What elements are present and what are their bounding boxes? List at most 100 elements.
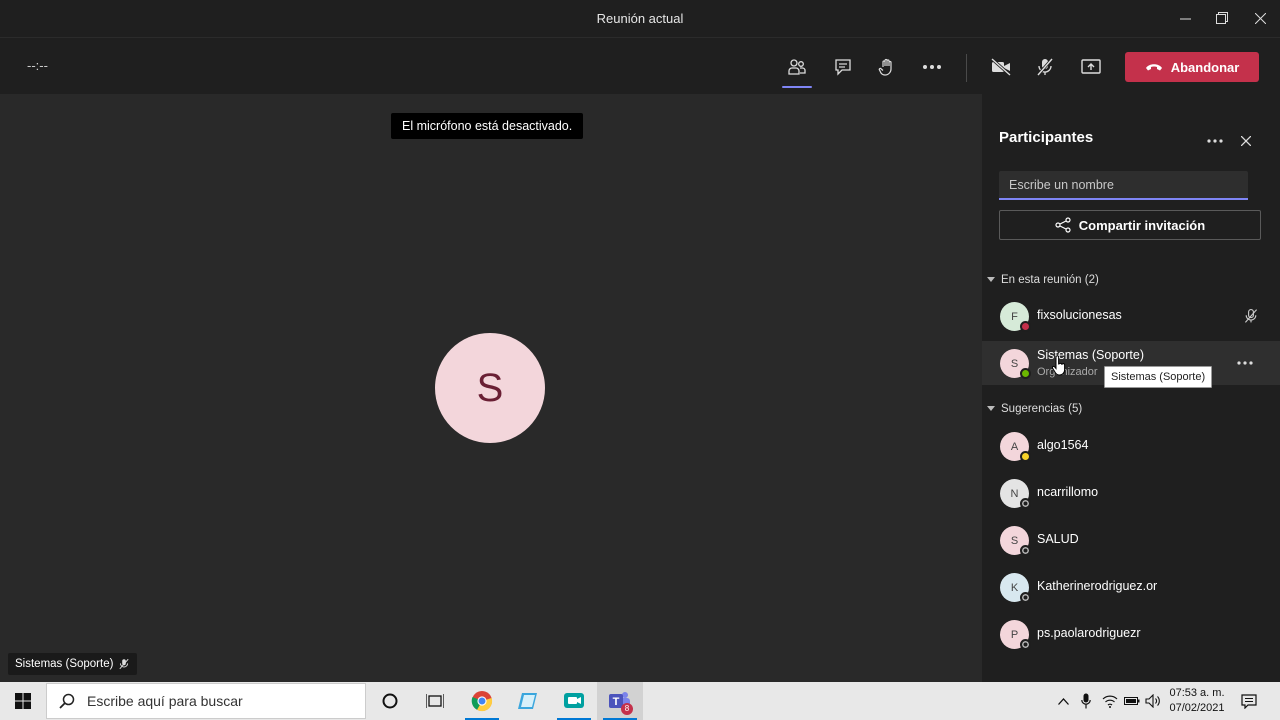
leave-button[interactable]: Abandonar <box>1125 52 1259 82</box>
chevron-down-icon <box>987 277 995 282</box>
suggestions-section-header[interactable]: Sugerencias (5) <box>987 403 1082 415</box>
battery-icon <box>1124 697 1140 705</box>
restore-button[interactable] <box>1207 6 1237 30</box>
clock-date: 07/02/2021 <box>1169 702 1225 714</box>
video-app-taskbar-button[interactable] <box>551 682 597 720</box>
available-status-icon <box>1020 368 1031 379</box>
suggestion-row[interactable]: A algo1564 <box>982 424 1280 468</box>
taskbar-search-placeholder: Escribe aquí para buscar <box>87 693 243 709</box>
share-screen-icon <box>1081 59 1101 74</box>
window-title: Reunión actual <box>596 11 684 26</box>
share-icon <box>1055 217 1071 233</box>
participant-name: SALUD <box>1037 532 1079 546</box>
speaker-icon <box>1145 694 1160 708</box>
microphone-off-icon <box>1036 58 1054 76</box>
name-tooltip: Sistemas (Soporte) <box>1104 366 1213 388</box>
toolbar-divider <box>966 54 967 82</box>
in-meeting-label: En esta reunión (2) <box>1001 274 1099 286</box>
task-view-button[interactable] <box>412 682 458 720</box>
participant-name: Katherinerodriguez.or <box>1037 579 1158 593</box>
in-meeting-section-header[interactable]: En esta reunión (2) <box>987 274 1099 286</box>
network-button[interactable] <box>1100 682 1120 720</box>
participants-button[interactable] <box>782 52 812 88</box>
notes-taskbar-button[interactable] <box>505 682 551 720</box>
suggestion-row[interactable]: K Katherinerodriguez.or <box>982 565 1280 609</box>
chevron-down-icon <box>987 406 995 411</box>
more-actions-button[interactable] <box>917 52 947 82</box>
teams-notification-badge: 8 <box>621 703 633 715</box>
mouse-cursor-icon <box>1052 356 1066 376</box>
notifications-icon <box>1241 693 1257 709</box>
chrome-icon <box>471 691 493 712</box>
raise-hand-button[interactable] <box>872 52 902 82</box>
offline-status-icon <box>1020 592 1031 603</box>
microphone-off-icon <box>119 658 129 670</box>
tray-microphone-button[interactable] <box>1077 682 1095 720</box>
svg-text:T: T <box>613 696 620 708</box>
share-invite-label: Compartir invitación <box>1078 217 1206 233</box>
hang-up-icon <box>1145 64 1162 71</box>
participant-row[interactable]: F fixsolucionesas <box>982 294 1280 338</box>
close-icon <box>1241 136 1251 146</box>
hand-icon <box>878 58 892 76</box>
windows-logo-icon <box>15 693 31 709</box>
chevron-up-icon <box>1057 697 1069 705</box>
mic-muted-toast: El micrófono está desactivado. <box>391 113 584 139</box>
participant-name: algo1564 <box>1037 438 1089 452</box>
video-app-icon <box>564 693 584 708</box>
start-button[interactable] <box>0 682 46 720</box>
busy-status-icon <box>1020 321 1031 332</box>
meeting-stage: El micrófono está desactivado. S Sistema… <box>0 94 982 682</box>
meeting-toolbar: --:-- Abandonar <box>0 37 1280 95</box>
more-icon <box>1207 139 1223 143</box>
panel-title: Participantes <box>999 129 1094 146</box>
task-view-icon <box>426 694 444 708</box>
participant-role: Organizador <box>1037 366 1098 378</box>
cortana-icon <box>382 693 398 709</box>
wifi-icon <box>1102 695 1118 708</box>
offline-status-icon <box>1020 545 1031 556</box>
self-name-badge: Sistemas (Soporte) <box>8 653 138 675</box>
away-status-icon <box>1020 451 1031 462</box>
windows-taskbar: Escribe aquí para buscar T 8 07:53 a. m.… <box>0 682 1280 720</box>
share-screen-button[interactable] <box>1076 52 1106 82</box>
participant-search-input[interactable] <box>999 171 1248 200</box>
microphone-icon <box>1081 693 1091 709</box>
participant-name: ps.paolarodriguezr <box>1037 626 1141 640</box>
search-icon <box>59 693 75 709</box>
participants-panel: Participantes Compartir invitación En es… <box>982 94 1280 682</box>
camera-toggle-button[interactable] <box>986 52 1016 82</box>
share-invite-button[interactable]: Compartir invitación <box>999 210 1261 240</box>
chat-button[interactable] <box>828 52 858 82</box>
offline-status-icon <box>1020 639 1031 650</box>
panel-more-button[interactable] <box>1205 131 1225 151</box>
panel-close-button[interactable] <box>1236 131 1256 151</box>
title-bar: Reunión actual <box>0 0 1280 37</box>
chrome-taskbar-button[interactable] <box>459 682 505 720</box>
more-icon[interactable] <box>1237 361 1253 365</box>
volume-button[interactable] <box>1143 682 1163 720</box>
leave-label: Abandonar <box>1170 59 1240 75</box>
meeting-timer: --:-- <box>27 58 48 73</box>
more-icon <box>923 65 941 69</box>
offline-status-icon <box>1020 498 1031 509</box>
minimize-button[interactable] <box>1170 6 1200 30</box>
battery-button[interactable] <box>1122 682 1142 720</box>
teams-taskbar-button[interactable]: T 8 <box>597 682 643 720</box>
participant-name: fixsolucionesas <box>1037 308 1122 322</box>
self-name: Sistemas (Soporte) <box>15 658 114 670</box>
suggestion-row[interactable]: P ps.paolarodriguezr <box>982 612 1280 656</box>
taskbar-search-box[interactable]: Escribe aquí para buscar <box>46 683 366 719</box>
suggestion-row[interactable]: N ncarrillomo <box>982 471 1280 515</box>
close-window-button[interactable] <box>1245 6 1275 30</box>
cortana-button[interactable] <box>367 682 413 720</box>
notes-app-icon <box>518 693 537 709</box>
microphone-toggle-button[interactable] <box>1030 52 1060 82</box>
participant-name: ncarrillomo <box>1037 485 1099 499</box>
action-center-button[interactable] <box>1236 682 1262 720</box>
suggestions-label: Sugerencias (5) <box>1001 403 1083 415</box>
show-hidden-icons-button[interactable] <box>1054 682 1072 720</box>
suggestion-row[interactable]: S SALUD <box>982 518 1280 562</box>
clock-time: 07:53 a. m. <box>1169 687 1225 699</box>
taskbar-clock[interactable]: 07:53 a. m. 07/02/2021 <box>1162 686 1232 716</box>
